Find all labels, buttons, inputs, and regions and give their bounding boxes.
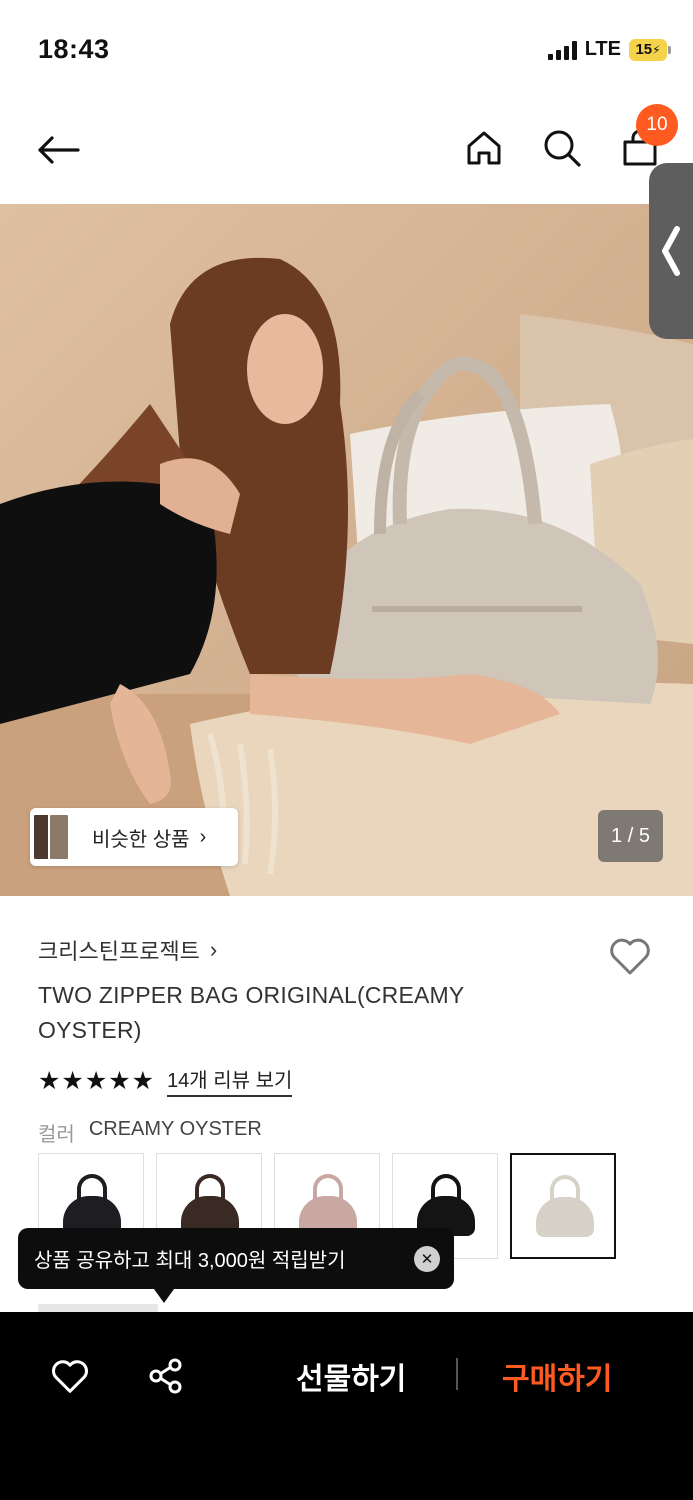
back-button[interactable]: [30, 122, 86, 178]
buy-button[interactable]: 구매하기: [502, 1354, 612, 1398]
wishlist-button[interactable]: [604, 930, 656, 982]
share-icon: [149, 1358, 182, 1394]
product-image-carousel[interactable]: 비슷한 상품 › 1 / 5: [0, 204, 693, 896]
chevron-right-icon: ›: [209, 937, 218, 962]
like-button[interactable]: [46, 1352, 94, 1400]
brand-name: 크리스틴프로젝트: [38, 939, 200, 964]
product-title: TWO ZIPPER BAG ORIGINAL(CREAMY OYSTER): [38, 982, 465, 1043]
similar-products-label: 비슷한 상품: [92, 828, 190, 851]
color-swatch-creamy-oyster[interactable]: [510, 1153, 616, 1259]
heart-icon: [52, 1360, 88, 1393]
color-row: 컬러 CREAMY OYSTER: [38, 1118, 262, 1147]
cart-count-badge: 10: [636, 104, 678, 146]
search-button[interactable]: [534, 120, 590, 176]
image-page-indicator: 1 / 5: [598, 810, 663, 862]
similar-products-button[interactable]: 비슷한 상품 ›: [30, 808, 238, 866]
brand-link[interactable]: 크리스틴프로젝트 ›: [38, 934, 217, 966]
battery-level: 15: [635, 41, 653, 58]
color-label: 컬러: [38, 1124, 75, 1146]
color-value: CREAMY OYSTER: [88, 1118, 262, 1140]
rating-row: ★★★★★ 14개 리뷰 보기: [38, 1064, 293, 1097]
arrow-left-icon: [38, 136, 80, 164]
bottom-action-bar: 선물하기 구매하기: [0, 1312, 693, 1500]
status-time: 18:43: [38, 34, 110, 64]
home-button[interactable]: [456, 120, 512, 176]
home-icon: [467, 131, 501, 165]
top-nav: [0, 100, 693, 200]
chevron-left-icon: [662, 226, 680, 276]
status-bar: 18:43 LTE 15 ⚡: [0, 0, 693, 100]
search-icon: [544, 130, 581, 167]
tooltip-text: 상품 공유하고 최대 3,000원 적립받기: [34, 1250, 346, 1272]
review-link[interactable]: 14개 리뷰 보기: [167, 1064, 293, 1097]
star-rating: ★★★★★: [38, 1066, 156, 1095]
share-button[interactable]: [142, 1352, 190, 1400]
status-indicators: LTE 15 ⚡: [547, 38, 671, 61]
similar-products-thumbnails: [32, 809, 72, 865]
share-reward-tooltip: 상품 공유하고 최대 3,000원 적립받기 ✕: [18, 1228, 454, 1303]
chevron-right-icon: ›: [199, 825, 207, 848]
side-drawer-handle[interactable]: [649, 163, 693, 339]
gift-button[interactable]: 선물하기: [296, 1354, 406, 1398]
close-icon[interactable]: ✕: [414, 1246, 440, 1272]
network-label: LTE: [584, 38, 621, 60]
product-photo: [0, 204, 693, 896]
signal-icon: [547, 40, 577, 60]
battery-icon: 15 ⚡: [629, 38, 671, 61]
heart-icon: [610, 938, 650, 975]
divider: [456, 1358, 458, 1390]
